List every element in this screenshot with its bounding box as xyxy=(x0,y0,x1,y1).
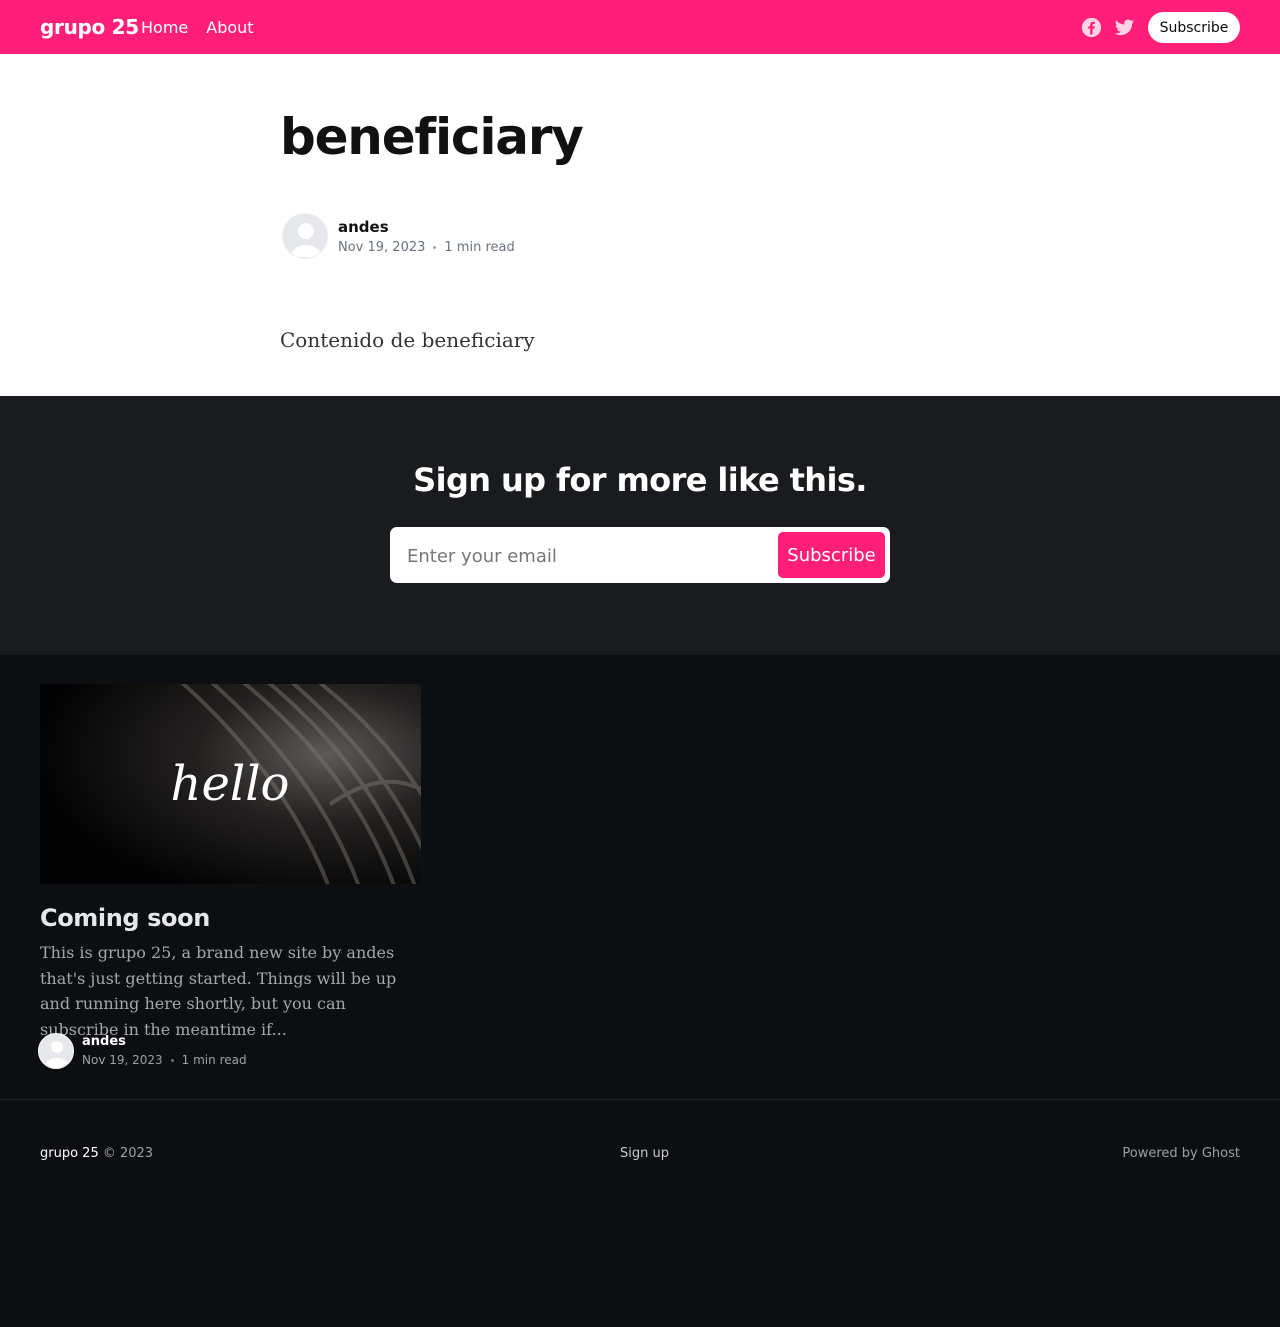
footer-site-name[interactable]: grupo 25 xyxy=(40,1146,99,1161)
email-input[interactable] xyxy=(405,539,769,573)
signup-section: Sign up for more like this. Subscribe xyxy=(0,396,1280,655)
post-card-title[interactable]: Coming soon xyxy=(40,904,210,932)
top-navigation: grupo 25 Home About Subscribe xyxy=(0,0,1280,54)
post-date: Nov 19, 2023 xyxy=(338,240,426,255)
post-content: Contenido de beneficiary xyxy=(280,328,535,352)
card-author-avatar[interactable] xyxy=(38,1033,74,1069)
site-logo-link[interactable]: grupo 25 xyxy=(40,15,139,39)
footer-copyright: grupo 25 © 2023 xyxy=(40,1146,153,1161)
signup-title: Sign up for more like this. xyxy=(413,461,867,499)
header-subscribe-button[interactable]: Subscribe xyxy=(1148,12,1240,43)
card-post-date: Nov 19, 2023 xyxy=(82,1053,163,1067)
post-card-image[interactable]: hello xyxy=(40,684,421,884)
related-posts: hello Coming soon This is grupo 25, a br… xyxy=(0,655,1280,1099)
footer-copyright-year: © 2023 xyxy=(102,1146,154,1161)
author-avatar[interactable] xyxy=(282,213,328,259)
card-post-meta: Nov 19, 2023 1 min read xyxy=(82,1053,247,1067)
signup-form: Subscribe xyxy=(390,527,890,583)
powered-by-ghost[interactable]: Powered by Ghost xyxy=(1122,1146,1240,1161)
post-meta: Nov 19, 2023 1 min read xyxy=(338,240,515,255)
footer-signup-link[interactable]: Sign up xyxy=(620,1146,669,1161)
svg-text:hello: hello xyxy=(171,756,290,812)
signup-subscribe-button[interactable]: Subscribe xyxy=(778,532,885,578)
facebook-icon[interactable] xyxy=(1081,17,1102,38)
card-author-name[interactable]: andes xyxy=(82,1034,126,1049)
main-nav: Home About xyxy=(141,18,254,37)
twitter-icon[interactable] xyxy=(1114,17,1135,38)
card-read-time: 1 min read xyxy=(181,1053,247,1067)
nav-link-home[interactable]: Home xyxy=(141,18,188,37)
post-title: beneficiary xyxy=(280,108,584,166)
article: beneficiary andes Nov 19, 2023 1 min rea… xyxy=(0,54,1280,396)
user-icon xyxy=(39,1034,73,1068)
read-time: 1 min read xyxy=(444,240,515,255)
author-name[interactable]: andes xyxy=(338,218,389,236)
post-card-excerpt: This is grupo 25, a brand new site by an… xyxy=(40,943,397,1039)
site-footer: grupo 25 © 2023 Sign up Powered by Ghost xyxy=(0,1099,1280,1327)
nav-link-about[interactable]: About xyxy=(206,18,253,37)
user-icon xyxy=(283,214,327,258)
social-links xyxy=(1081,17,1135,38)
meta-separator xyxy=(170,1058,174,1062)
hello-feature-image: hello xyxy=(40,684,421,884)
meta-separator xyxy=(433,246,437,249)
